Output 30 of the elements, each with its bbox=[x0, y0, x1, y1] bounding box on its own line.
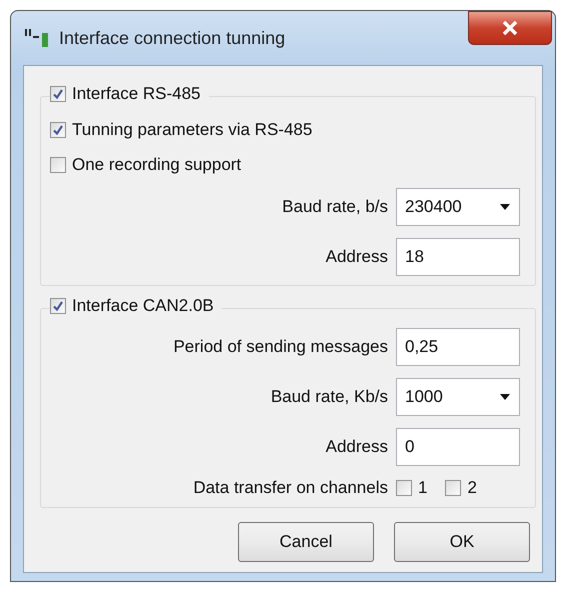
caret-icon bbox=[499, 393, 511, 401]
checkbox-label: Interface RS-485 bbox=[72, 84, 201, 104]
caret-icon bbox=[499, 203, 511, 211]
input-field[interactable]: 0,25 bbox=[396, 328, 520, 366]
dialog-button[interactable]: OK bbox=[394, 522, 530, 562]
checkbox[interactable] bbox=[50, 157, 66, 173]
input-field[interactable]: 0 bbox=[396, 428, 520, 466]
checkbox[interactable] bbox=[445, 480, 462, 496]
close-icon bbox=[500, 20, 520, 36]
checkbox-label: Interface CAN2.0B bbox=[72, 296, 214, 316]
window-title: Interface connection tunning bbox=[59, 28, 286, 48]
checkbox-label: One recording support bbox=[72, 155, 242, 175]
input-field[interactable]: 18 bbox=[396, 238, 520, 276]
dialog-button[interactable]: Cancel bbox=[238, 522, 374, 562]
field-label: Baud rate, b/s bbox=[282, 197, 388, 217]
field-label: Period of sending messages bbox=[173, 337, 388, 357]
close-button[interactable] bbox=[468, 11, 552, 45]
dropdown-field[interactable]: 1000 bbox=[396, 378, 520, 416]
checkbox[interactable] bbox=[50, 122, 66, 138]
field-label: Address bbox=[326, 247, 388, 267]
checkbox-label: 2 bbox=[467, 478, 477, 498]
checkbox-label: Tunning parameters via RS-485 bbox=[72, 120, 312, 140]
checkbox-label: 1 bbox=[418, 478, 428, 498]
checkbox[interactable] bbox=[50, 86, 66, 102]
dropdown-field[interactable]: 230400 bbox=[396, 188, 520, 226]
checkbox[interactable] bbox=[50, 298, 66, 314]
checkbox[interactable] bbox=[396, 480, 412, 496]
field-label: Data transfer on channels bbox=[193, 478, 388, 498]
field-label: Baud rate, Kb/s bbox=[270, 387, 388, 407]
field-label: Address bbox=[326, 437, 388, 457]
